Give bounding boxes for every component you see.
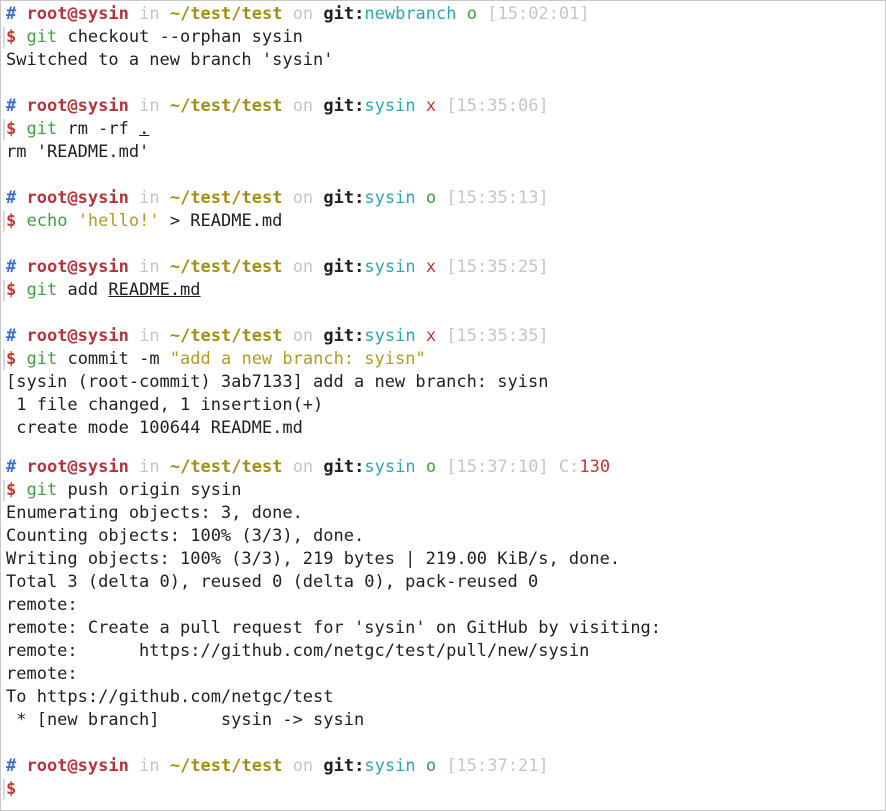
output-line: remote: https://github.com/netgc/test/pu… xyxy=(6,641,590,661)
branch-name: newbranch xyxy=(364,4,457,24)
command-line[interactable]: $ git push origin sysin xyxy=(6,479,241,502)
command-line[interactable]: $ git checkout --orphan sysin xyxy=(6,26,303,49)
git-status: x xyxy=(425,96,437,116)
command-line[interactable]: $ echo 'hello!' > README.md xyxy=(6,210,282,233)
git-status: o xyxy=(425,756,437,776)
prompt-line: # root@sysin in ~/test/test on git:sysin… xyxy=(6,257,549,277)
output-line: Switched to a new branch 'sysin' xyxy=(6,50,334,70)
git-status: o xyxy=(425,188,437,208)
command-line[interactable]: $ git commit -m "add a new branch: syisn… xyxy=(6,348,426,371)
output-line: remote: Create a pull request for 'sysin… xyxy=(6,618,662,638)
output-line: Counting objects: 100% (3/3), done. xyxy=(6,526,365,546)
line-marker xyxy=(3,27,5,48)
timestamp: [15:35:25] xyxy=(446,257,549,277)
command-input-line[interactable]: $ xyxy=(6,778,16,801)
git-status: o xyxy=(425,457,437,477)
branch-name: sysin xyxy=(364,96,416,116)
branch-name: sysin xyxy=(364,257,416,277)
prompt-line: # root@sysin in ~/test/test on git:newbr… xyxy=(6,4,590,24)
line-marker xyxy=(3,480,5,501)
output-line: To https://github.com/netgc/test xyxy=(6,687,334,707)
output-line: remote: xyxy=(6,595,78,615)
branch-name: sysin xyxy=(364,326,416,346)
output-line: Writing objects: 100% (3/3), 219 bytes |… xyxy=(6,549,621,569)
timestamp: [15:35:35] xyxy=(446,326,549,346)
git-status: o xyxy=(466,4,477,24)
output-line: remote: xyxy=(6,664,78,684)
prompt-line: # root@sysin in ~/test/test on git:sysin… xyxy=(6,326,549,346)
output-line: rm 'README.md' xyxy=(6,142,150,162)
timestamp: [15:37:21] xyxy=(446,756,549,776)
git-status: x xyxy=(425,257,437,277)
git-status: x xyxy=(425,326,437,346)
exit-code: 130 xyxy=(579,457,611,477)
timestamp: [15:35:06] xyxy=(446,96,549,116)
output-line: Enumerating objects: 3, done. xyxy=(6,503,303,523)
line-marker xyxy=(3,349,5,370)
command-line[interactable]: $ git add README.md xyxy=(6,279,201,302)
output-line: create mode 100644 README.md xyxy=(6,418,303,438)
line-marker xyxy=(3,280,5,301)
line-marker xyxy=(3,779,5,800)
prompt-line: # root@sysin in ~/test/test on git:sysin… xyxy=(6,96,549,116)
prompt-line: # root@sysin in ~/test/test on git:sysin… xyxy=(6,457,611,477)
line-marker xyxy=(3,119,5,140)
terminal-window[interactable]: # root@sysin in ~/test/test on git:newbr… xyxy=(0,0,886,811)
timestamp: [15:02:01] xyxy=(487,4,590,24)
output-line: * [new branch] sysin -> sysin xyxy=(6,710,365,730)
timestamp: [15:35:13] xyxy=(446,188,549,208)
timestamp: [15:37:10] xyxy=(446,457,549,477)
prompt-line: # root@sysin in ~/test/test on git:sysin… xyxy=(6,756,549,776)
output-line: [sysin (root-commit) 3ab7133] add a new … xyxy=(6,372,549,392)
branch-name: sysin xyxy=(364,457,416,477)
output-line: 1 file changed, 1 insertion(+) xyxy=(6,395,324,415)
line-marker xyxy=(3,211,5,232)
branch-name: sysin xyxy=(364,188,416,208)
branch-name: sysin xyxy=(364,756,416,776)
prompt-line: # root@sysin in ~/test/test on git:sysin… xyxy=(6,188,549,208)
output-line: Total 3 (delta 0), reused 0 (delta 0), p… xyxy=(6,572,539,592)
command-line[interactable]: $ git rm -rf . xyxy=(6,118,149,141)
